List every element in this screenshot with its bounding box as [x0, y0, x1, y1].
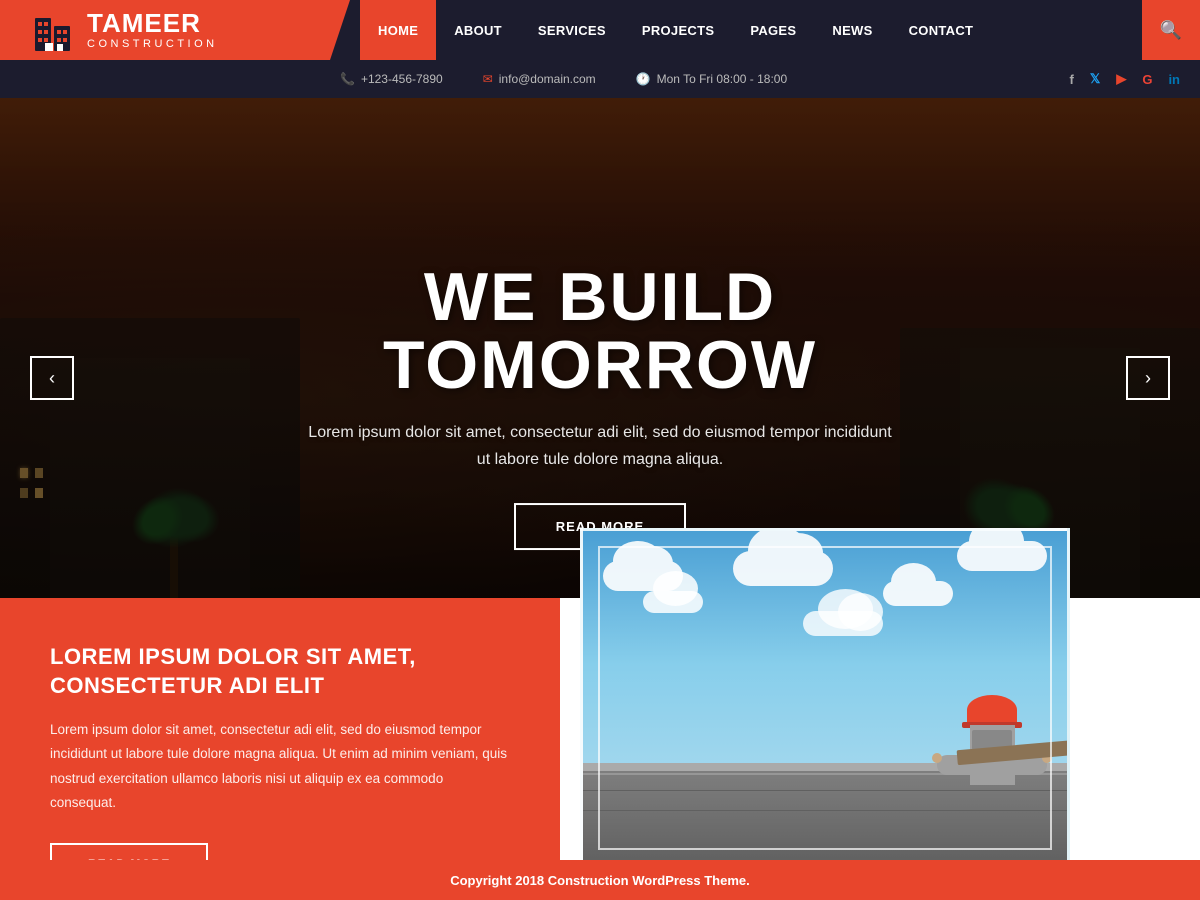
worker-helmet	[967, 695, 1017, 725]
nav-item-contact[interactable]: CONTACT	[891, 0, 992, 60]
social-bar: f 𝕏 ▶ G in	[1069, 71, 1180, 87]
content-description: Lorem ipsum dolor sit amet, consectetur …	[50, 718, 510, 815]
footer: Copyright 2018 Construction WordPress Th…	[0, 860, 1200, 900]
content-left-panel: LOREM IPSUM DOLOR SIT AMET, CONSECTETUR …	[0, 598, 560, 878]
cloud-2	[733, 551, 833, 586]
site-header: TAMEER CONSTRUCTION HOME ABOUT SERVICES …	[0, 0, 1200, 98]
email-icon: ✉	[483, 72, 493, 86]
nav-menu: HOME ABOUT SERVICES PROJECTS PAGES NEWS …	[330, 0, 1142, 60]
arrow-left-icon: ‹	[49, 368, 55, 389]
youtube-icon[interactable]: ▶	[1116, 71, 1126, 87]
logo-text: TAMEER CONSTRUCTION	[87, 10, 218, 50]
email-info: ✉ info@domain.com	[463, 72, 616, 86]
logo-block[interactable]: TAMEER CONSTRUCTION	[0, 0, 330, 60]
phone-icon: 📞	[340, 72, 355, 86]
google-icon[interactable]: G	[1142, 72, 1152, 87]
search-button[interactable]: 🔍	[1142, 0, 1200, 60]
page: TAMEER CONSTRUCTION HOME ABOUT SERVICES …	[0, 0, 1200, 900]
arrow-right-icon: ›	[1145, 368, 1151, 389]
cloud-4	[957, 541, 1047, 571]
phone-info: 📞 +123-456-7890	[320, 72, 463, 86]
clock-icon: 🕐	[636, 72, 651, 86]
business-hours: Mon To Fri 08:00 - 18:00	[657, 72, 788, 86]
linkedin-icon[interactable]: in	[1168, 72, 1180, 87]
hero-prev-button[interactable]: ‹	[30, 356, 74, 400]
hero-content: WE BUILD TOMORROW Lorem ipsum dolor sit …	[250, 263, 950, 550]
nav-item-projects[interactable]: PROJECTS	[624, 0, 732, 60]
worker-figure	[967, 695, 1017, 785]
worker-image	[580, 528, 1070, 868]
content-section: LOREM IPSUM DOLOR SIT AMET, CONSECTETUR …	[0, 598, 1200, 878]
cloud-3	[883, 581, 953, 606]
hero-section: WE BUILD TOMORROW Lorem ipsum dolor sit …	[0, 98, 1200, 598]
brand-name: TAMEER	[87, 10, 218, 36]
hours-info: 🕐 Mon To Fri 08:00 - 18:00	[616, 72, 807, 86]
nav-item-about[interactable]: ABOUT	[436, 0, 520, 60]
brand-tagline: CONSTRUCTION	[87, 38, 218, 50]
content-right-panel	[560, 598, 1200, 878]
logo-building-icon	[30, 8, 75, 53]
nav-item-pages[interactable]: PAGES	[732, 0, 814, 60]
facebook-icon[interactable]: f	[1069, 72, 1073, 87]
nav-item-home[interactable]: HOME	[360, 0, 436, 60]
info-bar: 📞 +123-456-7890 ✉ info@domain.com 🕐 Mon …	[0, 60, 1200, 98]
search-icon: 🔍	[1160, 20, 1182, 41]
copyright-text: Copyright 2018 Construction WordPress Th…	[450, 873, 750, 888]
hero-description: Lorem ipsum dolor sit amet, consectetur …	[250, 419, 950, 473]
hero-title: WE BUILD TOMORROW	[250, 263, 950, 399]
hero-next-button[interactable]: ›	[1126, 356, 1170, 400]
email-address: info@domain.com	[499, 72, 596, 86]
twitter-icon[interactable]: 𝕏	[1090, 71, 1100, 87]
worker-hand-left	[932, 753, 942, 763]
main-nav: TAMEER CONSTRUCTION HOME ABOUT SERVICES …	[0, 0, 1200, 60]
nav-item-news[interactable]: NEWS	[814, 0, 890, 60]
content-title: LOREM IPSUM DOLOR SIT AMET, CONSECTETUR …	[50, 643, 510, 700]
nav-item-services[interactable]: SERVICES	[520, 0, 624, 60]
phone-number: +123-456-7890	[361, 72, 443, 86]
